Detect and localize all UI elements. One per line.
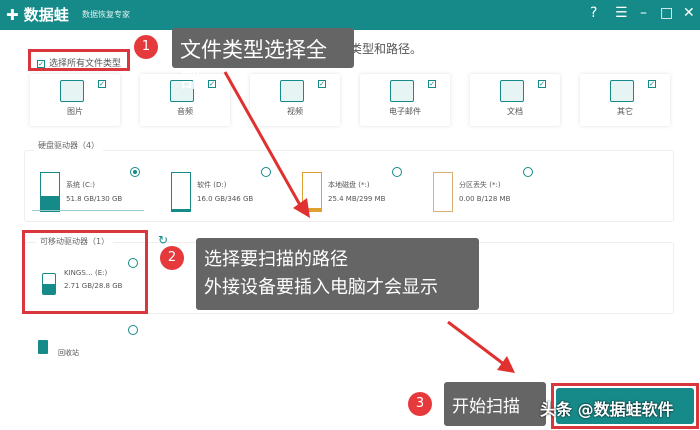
step-2-badge: 2 [160,246,184,270]
step-2-tooltip: 选择要扫描的路径 外接设备要插入电脑才会显示 [196,238,479,310]
step-1-tooltip: 文件类型选择全部 [172,28,354,92]
step-3-badge: 3 [408,392,432,416]
step-3-tooltip: 开始扫描 [444,382,546,426]
arrow-3 [447,320,506,367]
arrow-3-head [497,356,515,373]
arrow-1-head [293,198,310,218]
step-1-badge: 1 [134,35,158,59]
watermark: 头条 @数据蛙软件 [540,400,674,419]
arrow-1 [223,71,302,206]
